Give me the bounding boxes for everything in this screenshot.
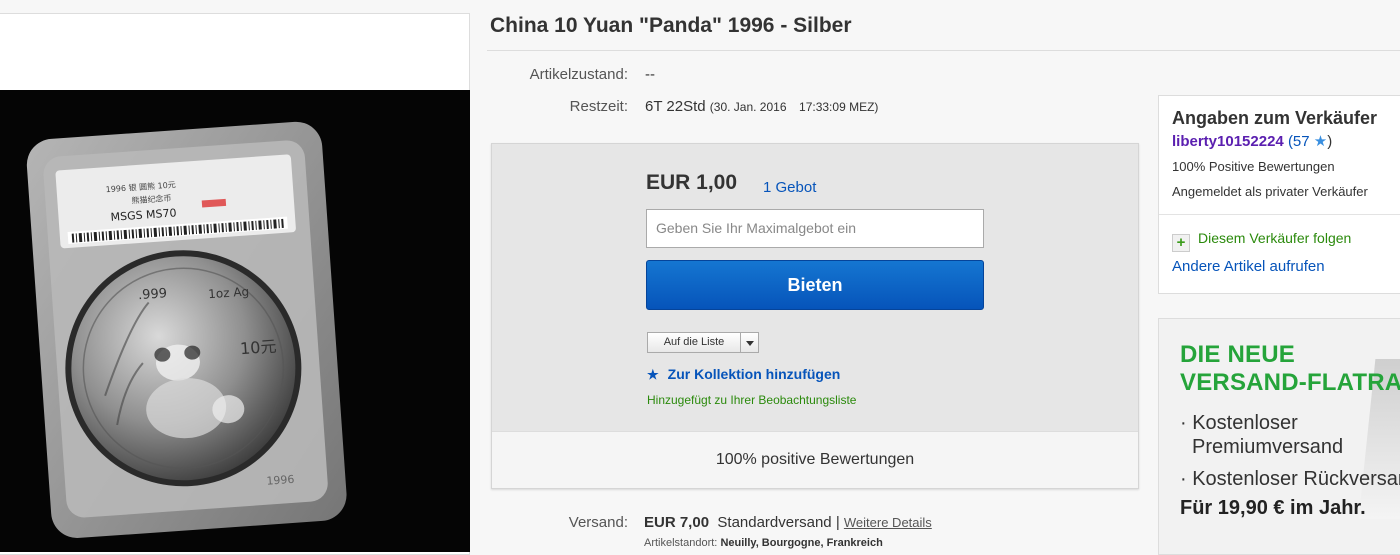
shipping-separator: | [835, 514, 840, 531]
follow-seller-label[interactable]: Diesem Verkäufer folgen [1198, 230, 1351, 246]
seller-name-row: liberty10152224 (57 ★) [1172, 132, 1332, 150]
seller-divider [1159, 214, 1400, 215]
item-location: Artikelstandort: Neuilly, Bourgogne, Fra… [644, 537, 883, 549]
title-divider [487, 50, 1400, 51]
shipping-label: Versand: [568, 514, 628, 531]
star-icon: ★ [647, 367, 659, 382]
current-price: EUR 1,00 [646, 171, 738, 194]
ad-bullet-premium-line2: Premiumversand [1192, 436, 1344, 458]
seller-score-close: ) [1327, 133, 1333, 150]
time-left-label: Restzeit: [569, 98, 628, 115]
time-left-duration: 6T 22Std [645, 98, 706, 115]
plus-icon: + [1172, 234, 1190, 252]
add-to-watchlist-button[interactable]: Auf die Liste [647, 332, 759, 353]
follow-seller-link[interactable]: + Diesem Verkäufer folgen [1172, 230, 1351, 252]
image-panel: 1996 银 圆熊 10元 熊猫纪念币 MSGS MS70 .999 1oz A… [0, 13, 470, 555]
shipping-value: EUR 7,00 Standardversand | Weitere Detai… [644, 514, 932, 531]
coin-slab-image: 1996 银 圆熊 10元 熊猫纪念币 MSGS MS70 .999 1oz A… [0, 90, 470, 552]
ad-bullet-premium-line1: · Kostenloser [1180, 412, 1298, 434]
seller-info-box: Angaben zum Verkäufer liberty10152224 (5… [1158, 95, 1400, 294]
seller-score-link[interactable]: (57 ★ [1288, 133, 1327, 150]
shipping-details-link[interactable]: Weitere Details [844, 515, 932, 530]
max-bid-input[interactable]: Geben Sie Ihr Maximalgebot ein [646, 209, 984, 248]
ad-headline-line2: VERSAND-FLATRATE [1180, 369, 1400, 396]
shipping-method: Standardversand [717, 514, 832, 531]
shipping-price: EUR 7,00 [644, 514, 710, 531]
watchlist-button-label[interactable]: Auf die Liste [648, 333, 741, 352]
ad-banner[interactable]: DIE NEUE VERSAND-FLATRATE · Kostenloser … [1158, 318, 1400, 555]
coin-purity: .999 [138, 286, 168, 303]
seller-other-items-link[interactable]: Andere Artikel aufrufen [1172, 258, 1325, 275]
bid-box: EUR 1,00 1 Gebot Geben Sie Ihr Maximalge… [491, 143, 1139, 489]
time-left-value: 6T 22Std (30. Jan. 2016 17:33:09 MEZ) [645, 98, 878, 115]
add-to-collection-link[interactable]: ★ Zur Kollektion hinzufügen [647, 366, 840, 383]
coin-weight: 1oz Ag [208, 284, 250, 301]
item-photo[interactable]: 1996 银 圆熊 10元 熊猫纪念币 MSGS MS70 .999 1oz A… [0, 90, 470, 552]
time-end-time: 17:33:09 MEZ) [799, 100, 879, 114]
condition-label: Artikelzustand: [529, 66, 628, 83]
ad-price: Für 19,90 € im Jahr. [1180, 497, 1366, 519]
seller-heading: Angaben zum Verkäufer [1172, 108, 1378, 128]
time-end-date: (30. Jan. 2016 [709, 100, 787, 114]
seller-registration: Angemeldet als privater Verkäufer [1172, 184, 1368, 199]
coin-denomination: 10元 [239, 337, 277, 358]
ad-bullet-returns: · Kostenloser Rückversand [1180, 468, 1400, 490]
item-location-value: Neuilly, Bourgogne, Frankreich [720, 537, 883, 549]
seller-name-link[interactable]: liberty10152224 [1172, 133, 1284, 150]
bid-count-link[interactable]: 1 Gebot [763, 179, 816, 196]
collection-link-label[interactable]: Zur Kollektion hinzufügen [668, 366, 841, 382]
condition-value: -- [645, 66, 655, 83]
watchlist-status: Hinzugefügt zu Ihrer Beobachtungsliste [647, 393, 857, 407]
seller-positive-feedback: 100% Positive Bewertungen [1172, 159, 1335, 174]
chevron-down-icon[interactable] [746, 341, 754, 346]
seller-score[interactable]: (57 [1288, 133, 1310, 150]
listing-title: China 10 Yuan "Panda" 1996 - Silber [490, 14, 852, 37]
ad-headline-line1: DIE NEUE [1180, 341, 1295, 368]
item-location-label: Artikelstandort: [644, 537, 718, 549]
feedback-summary: 100% positive Bewertungen [492, 431, 1138, 488]
coin-year: 1996 [266, 473, 295, 488]
place-bid-button[interactable]: Bieten [646, 260, 984, 310]
star-icon: ★ [1313, 133, 1328, 150]
